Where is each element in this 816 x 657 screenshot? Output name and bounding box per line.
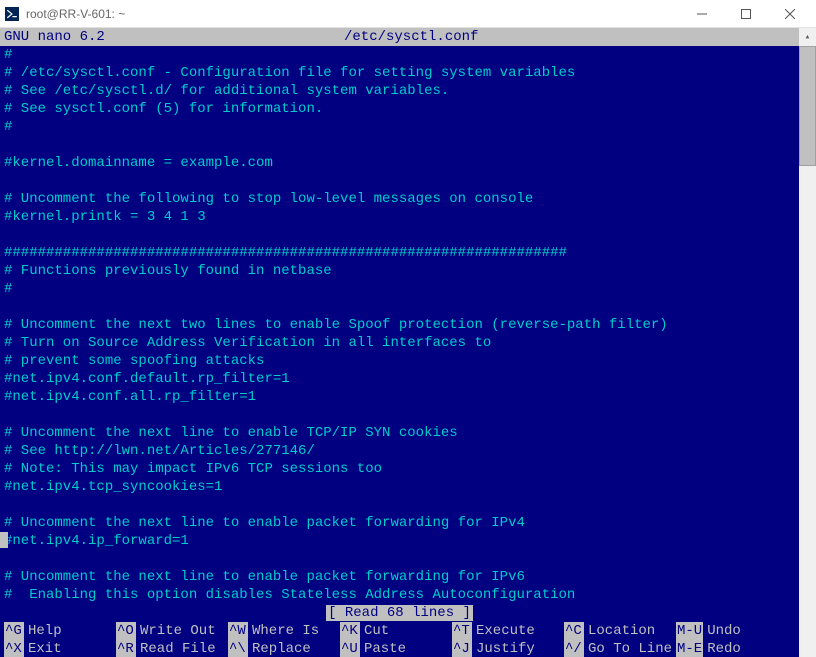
shortcut-label: Redo [707, 640, 741, 657]
shortcut-key: ^K [340, 622, 360, 640]
shortcut: ^OWrite Out [116, 622, 228, 640]
file-line[interactable] [4, 406, 799, 424]
file-line[interactable]: #net.ipv4.conf.default.rp_filter=1 [4, 370, 799, 388]
file-line[interactable]: #net.ipv4.conf.all.rp_filter=1 [4, 388, 799, 406]
shortcut-label: Write Out [140, 622, 216, 640]
file-line[interactable]: # prevent some spoofing attacks [4, 352, 799, 370]
file-line[interactable]: # /etc/sysctl.conf - Configuration file … [4, 64, 799, 82]
file-line[interactable]: # See http://lwn.net/Articles/277146/ [4, 442, 799, 460]
file-line[interactable]: # [4, 46, 799, 64]
shortcut-key: ^W [228, 622, 248, 640]
file-line[interactable] [4, 496, 799, 514]
shortcut-key: ^J [452, 640, 472, 657]
shortcut-label: Where Is [252, 622, 319, 640]
shortcut-key: ^R [116, 640, 136, 657]
shortcut-key: ^\ [228, 640, 248, 657]
file-line[interactable]: # Uncomment the following to stop low-le… [4, 190, 799, 208]
shortcut: M-UUndo [676, 622, 746, 640]
shortcut-key: ^C [564, 622, 584, 640]
shortcut-key: ^T [452, 622, 472, 640]
shortcut: ^KCut [340, 622, 452, 640]
status-text: [ Read 68 lines ] [326, 605, 473, 621]
shortcut: M-ERedo [676, 640, 746, 657]
shortcut-key: ^X [4, 640, 24, 657]
close-button[interactable] [768, 0, 812, 28]
window-title: root@RR-V-601: ~ [26, 7, 680, 21]
shortcut-label: Replace [252, 640, 311, 657]
powershell-icon [4, 6, 20, 22]
shortcut-label: Paste [364, 640, 406, 657]
shortcut: ^/Go To Line [564, 640, 676, 657]
file-line[interactable] [4, 136, 799, 154]
file-line[interactable]: # Turn on Source Address Verification in… [4, 334, 799, 352]
scrollbar[interactable]: ▴ [799, 28, 816, 657]
shortcut: ^TExecute [452, 622, 564, 640]
file-line[interactable]: #kernel.domainname = example.com [4, 154, 799, 172]
file-line[interactable]: #net.ipv4.tcp_syncookies=1 [4, 478, 799, 496]
minimize-button[interactable] [680, 0, 724, 28]
file-line[interactable]: # Uncomment the next line to enable TCP/… [4, 424, 799, 442]
shortcut-label: Justify [476, 640, 535, 657]
shortcut: ^JJustify [452, 640, 564, 657]
file-line[interactable]: # Enabling this option disables Stateles… [4, 586, 799, 604]
nano-status: [ Read 68 lines ] [0, 604, 799, 622]
file-line[interactable]: # [4, 280, 799, 298]
shortcut-key: ^O [116, 622, 136, 640]
shortcut-label: Go To Line [588, 640, 672, 657]
shortcut-key: M-E [676, 640, 703, 657]
file-line[interactable] [4, 298, 799, 316]
shortcut-key: ^G [4, 622, 24, 640]
shortcut-label: Location [588, 622, 655, 640]
file-line[interactable] [4, 172, 799, 190]
file-line[interactable]: # Uncomment the next line to enable pack… [4, 514, 799, 532]
file-line[interactable]: # [4, 118, 799, 136]
window-titlebar: root@RR-V-601: ~ [0, 0, 816, 28]
maximize-button[interactable] [724, 0, 768, 28]
shortcut-key: ^/ [564, 640, 584, 657]
window-controls [680, 0, 812, 28]
shortcut: ^WWhere Is [228, 622, 340, 640]
shortcut-label: Cut [364, 622, 389, 640]
shortcut-key: M-U [676, 622, 703, 640]
shortcut-label: Help [28, 622, 62, 640]
scroll-up-arrow[interactable]: ▴ [799, 28, 816, 45]
file-line[interactable]: # Note: This may impact IPv6 TCP session… [4, 460, 799, 478]
shortcut-label: Execute [476, 622, 535, 640]
terminal-area[interactable]: GNU nano 6.2 /etc/sysctl.conf ## /etc/sy… [0, 28, 816, 657]
file-line[interactable]: # See /etc/sysctl.d/ for additional syst… [4, 82, 799, 100]
file-line[interactable]: #net.ipv4.ip_forward=1 [4, 532, 799, 550]
shortcut: ^GHelp [4, 622, 116, 640]
shortcut: ^UPaste [340, 640, 452, 657]
shortcut: ^RRead File [116, 640, 228, 657]
file-line[interactable]: #kernel.printk = 3 4 1 3 [4, 208, 799, 226]
shortcut-label: Exit [28, 640, 62, 657]
editor-body[interactable]: ## /etc/sysctl.conf - Configuration file… [0, 46, 799, 604]
file-line[interactable] [4, 550, 799, 568]
nano-filename: /etc/sysctl.conf [344, 28, 478, 46]
file-line[interactable]: # See sysctl.conf (5) for information. [4, 100, 799, 118]
nano-title-bar: GNU nano 6.2 /etc/sysctl.conf [0, 28, 799, 46]
nano-version: GNU nano 6.2 [4, 28, 344, 46]
shortcut: ^\Replace [228, 640, 340, 657]
shortcut-key: ^U [340, 640, 360, 657]
nano-shortcuts: ^GHelp^OWrite Out^WWhere Is^KCut^TExecut… [0, 622, 799, 657]
text-cursor [0, 532, 8, 548]
shortcut-label: Undo [707, 622, 741, 640]
shortcut: ^CLocation [564, 622, 676, 640]
scroll-thumb[interactable] [799, 46, 816, 166]
file-line[interactable]: # Functions previously found in netbase [4, 262, 799, 280]
file-line[interactable] [4, 226, 799, 244]
file-line[interactable]: ########################################… [4, 244, 799, 262]
file-line[interactable]: # Uncomment the next two lines to enable… [4, 316, 799, 334]
file-line[interactable]: # Uncomment the next line to enable pack… [4, 568, 799, 586]
shortcut: ^XExit [4, 640, 116, 657]
shortcut-label: Read File [140, 640, 216, 657]
